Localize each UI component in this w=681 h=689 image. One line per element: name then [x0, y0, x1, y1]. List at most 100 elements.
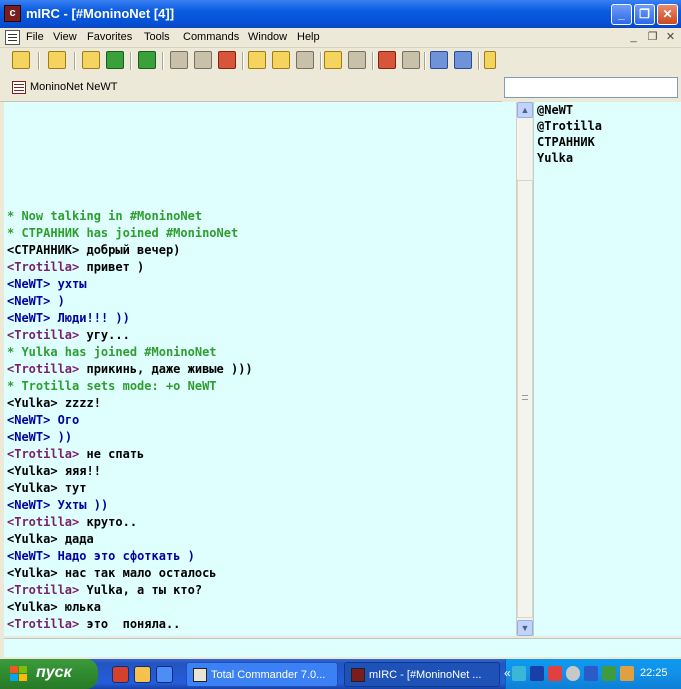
task-mirc[interactable]: mIRC - [#MoninoNet ... — [344, 662, 500, 687]
message-input[interactable] — [4, 638, 681, 657]
send-file-icon[interactable] — [248, 51, 266, 69]
message-nick[interactable]: СТРАННИК — [14, 243, 72, 257]
message-nick[interactable]: Yulka — [14, 396, 50, 410]
nick-list[interactable]: @NeWT @Trotilla СТРАННИК Yulka — [533, 102, 681, 636]
mdi-close-button[interactable]: ✕ — [663, 30, 678, 45]
chat-pane[interactable]: * Now talking in #MoninoNet * СТРАННИК ha… — [4, 102, 516, 636]
nicklist-item[interactable]: @NeWT — [537, 102, 681, 118]
chat-icon[interactable] — [272, 51, 290, 69]
toolbar-separator — [74, 52, 76, 70]
message-nick[interactable]: NeWT — [14, 430, 43, 444]
mdi-minimize-button[interactable]: _ — [626, 30, 641, 45]
message-nick[interactable]: NeWT — [14, 294, 43, 308]
message-nick[interactable]: Yulka — [14, 481, 50, 495]
device-tray-icon[interactable] — [584, 666, 598, 681]
channels-folder-icon[interactable] — [82, 51, 100, 69]
window-title: mIRC - [#MoninoNet [4]] — [26, 6, 175, 21]
options-icon[interactable] — [48, 51, 66, 69]
nicklist-item[interactable]: СТРАННИК — [537, 134, 681, 150]
menu-view[interactable]: View — [53, 31, 77, 43]
tray-expand-icon[interactable]: « — [504, 666, 511, 680]
message-nick[interactable]: NeWT — [14, 549, 43, 563]
timer-icon[interactable] — [194, 51, 212, 69]
quicklaunch-browser-icon[interactable] — [156, 666, 173, 683]
message-nick[interactable]: NeWT — [14, 413, 43, 427]
scroll-up-icon[interactable]: ▲ — [517, 102, 533, 118]
message-text: Yulka, а ты кто? — [86, 583, 203, 597]
task-total-commander[interactable]: Total Commander 7.0... — [186, 662, 338, 687]
message-text: тут — [64, 481, 87, 495]
quicklaunch-opera-icon[interactable] — [112, 666, 129, 683]
urls-icon[interactable] — [402, 51, 420, 69]
message-nick[interactable]: Trotilla — [14, 260, 72, 274]
chat-line: <Yulka> дада — [7, 532, 94, 546]
switchbar: MoninoNet NeWT — [0, 74, 502, 102]
message-nick[interactable]: Trotilla — [14, 328, 72, 342]
dcc-options-icon[interactable] — [296, 51, 314, 69]
network-tray-icon[interactable] — [512, 666, 526, 681]
mirc-app-icon[interactable]: c — [4, 5, 21, 22]
chat-scrollbar[interactable]: ▲ ▼ — [516, 102, 533, 636]
message-log: * Now talking in #MoninoNet * СТРАННИК ha… — [7, 208, 513, 633]
message-nick[interactable]: NeWT — [14, 311, 43, 325]
message-nick[interactable]: Trotilla — [14, 617, 72, 631]
help-icon[interactable] — [484, 51, 496, 69]
message-nick[interactable]: NeWT — [14, 498, 43, 512]
menu-help[interactable]: Help — [297, 31, 320, 43]
scroll-grip-icon — [522, 395, 528, 400]
notify-icon[interactable] — [378, 51, 396, 69]
toolbar-input-field[interactable] — [504, 77, 678, 98]
menu-favorites[interactable]: Favorites — [87, 31, 132, 43]
minimize-button[interactable]: _ — [611, 4, 632, 25]
taskbar: пуск Total Commander 7.0... mIRC - [#Mon… — [0, 659, 681, 689]
quicklaunch-clock-icon[interactable] — [134, 666, 151, 683]
bluetooth-tray-icon[interactable] — [530, 666, 544, 681]
connect-icon[interactable] — [12, 51, 30, 69]
menu-tools[interactable]: Tools — [144, 31, 170, 43]
start-button[interactable]: пуск — [0, 659, 98, 689]
message-nick[interactable]: Trotilla — [14, 583, 72, 597]
safely-remove-tray-icon[interactable] — [602, 666, 616, 681]
message-text: ) — [57, 294, 65, 308]
event-line: * СТРАННИК has joined #MoninoNet — [7, 226, 239, 240]
notify-list-icon[interactable] — [324, 51, 342, 69]
message-nick[interactable]: Trotilla — [14, 362, 72, 376]
toolbar-separator — [424, 52, 426, 70]
tile-windows-icon[interactable] — [430, 51, 448, 69]
scroll-down-icon[interactable]: ▼ — [517, 620, 533, 636]
nicklist-item[interactable]: Yulka — [537, 150, 681, 166]
title-bar[interactable]: c mIRC - [#MoninoNet [4]] _ ❐ ✕ — [0, 0, 681, 28]
switchbar-channel-button[interactable]: MoninoNet NeWT — [30, 81, 117, 93]
cd-tray-icon[interactable] — [566, 666, 580, 681]
nicklist-item[interactable]: @Trotilla — [537, 118, 681, 134]
message-nick[interactable]: Trotilla — [14, 515, 72, 529]
channel-system-menu-icon[interactable] — [5, 30, 20, 45]
cascade-windows-icon[interactable] — [454, 51, 472, 69]
message-text: ухты — [57, 277, 87, 291]
menu-commands[interactable]: Commands — [183, 31, 239, 43]
close-button[interactable]: ✕ — [657, 4, 678, 25]
message-nick[interactable]: Trotilla — [14, 447, 72, 461]
restore-button[interactable]: ❐ — [634, 4, 655, 25]
message-nick[interactable]: NeWT — [14, 277, 43, 291]
message-nick[interactable]: Yulka — [14, 464, 50, 478]
menu-window[interactable]: Window — [248, 31, 287, 43]
channel-window-icon — [12, 81, 26, 94]
message-nick[interactable]: Yulka — [14, 566, 50, 580]
scripts-editor-icon[interactable] — [138, 51, 156, 69]
colors-icon[interactable] — [218, 51, 236, 69]
antivirus-tray-icon[interactable] — [548, 666, 562, 681]
task-label: Total Commander 7.0... — [211, 669, 326, 681]
list-channels-icon[interactable] — [170, 51, 188, 69]
system-tray: « 22:25 — [504, 659, 681, 689]
scroll-thumb[interactable] — [517, 180, 533, 618]
message-nick[interactable]: Yulka — [14, 600, 50, 614]
volume-tray-icon[interactable] — [620, 666, 634, 681]
address-book-icon[interactable] — [106, 51, 124, 69]
toolbar — [0, 48, 502, 74]
mdi-restore-button[interactable]: ❐ — [645, 30, 660, 45]
menu-file[interactable]: File — [26, 31, 44, 43]
message-nick[interactable]: Yulka — [14, 532, 50, 546]
url-catcher-icon[interactable] — [348, 51, 366, 69]
message-text: юлька — [64, 600, 101, 614]
